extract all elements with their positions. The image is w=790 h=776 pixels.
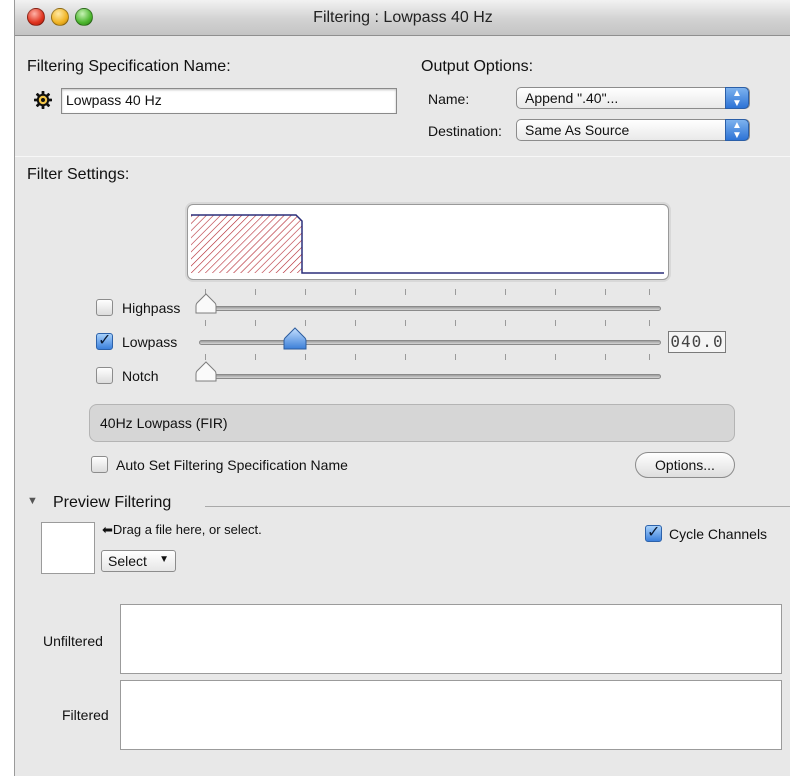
notch-checkbox[interactable] xyxy=(96,367,113,384)
passband-hatch xyxy=(191,215,302,273)
select-label: Select xyxy=(108,553,147,569)
unfiltered-preview xyxy=(120,604,782,674)
file-drop-well[interactable] xyxy=(41,522,95,574)
destination-value: Same As Source xyxy=(525,122,630,138)
lowpass-label: Lowpass xyxy=(122,334,178,350)
window-title: Filtering : Lowpass 40 Hz xyxy=(313,9,493,26)
lowpass-frequency-readout: 040.0 xyxy=(668,331,726,353)
unfiltered-label: Unfiltered xyxy=(43,633,103,649)
disclosure-triangle-icon[interactable]: ▼ xyxy=(27,495,38,507)
highpass-label: Highpass xyxy=(122,300,181,316)
filter-description: 40Hz Lowpass (FIR) xyxy=(100,415,228,431)
popup-arrows-icon: ▲ ▼ xyxy=(725,119,749,141)
drop-hint: ⬅Drag a file here, or select. xyxy=(102,522,262,537)
filtered-preview xyxy=(120,680,782,750)
filter-settings-heading: Filter Settings: xyxy=(27,166,130,183)
filtering-window: Filtering : Lowpass 40 Hz Filtering Spec… xyxy=(14,0,790,776)
select-popup[interactable]: Select ▼ xyxy=(101,550,176,572)
filtered-label: Filtered xyxy=(62,707,109,723)
gear-icon[interactable] xyxy=(33,90,53,110)
filter-description-bar: 40Hz Lowpass (FIR) xyxy=(89,404,735,442)
notch-label: Notch xyxy=(122,368,159,384)
output-name-popup[interactable]: Append ".40"... ▲ ▼ xyxy=(516,87,750,109)
cycle-channels-checkbox[interactable]: ✓ xyxy=(645,524,662,542)
lowpass-checkbox[interactable]: ✓ xyxy=(96,332,113,350)
preview-heading: Preview Filtering xyxy=(53,494,172,511)
popup-arrows-icon: ▲ ▼ xyxy=(725,87,749,109)
destination-popup[interactable]: Same As Source ▲ ▼ xyxy=(516,119,750,141)
spec-name-heading: Filtering Specification Name: xyxy=(27,58,231,75)
lowpass-slider-track[interactable] xyxy=(199,340,661,345)
output-options-heading: Output Options: xyxy=(421,58,534,75)
notch-slider-thumb[interactable] xyxy=(195,361,217,383)
highpass-slider-track[interactable] xyxy=(199,306,661,311)
highpass-checkbox[interactable] xyxy=(96,299,113,316)
preview-group-line xyxy=(205,506,790,507)
filter-response-graph xyxy=(187,204,669,280)
destination-label: Destination: xyxy=(428,123,502,139)
divider xyxy=(15,156,790,157)
arrow-left-icon: ⬅ xyxy=(102,522,113,537)
spec-name-field[interactable]: Lowpass 40 Hz xyxy=(61,88,397,114)
auto-set-checkbox[interactable] xyxy=(91,456,108,473)
lowpass-slider-thumb[interactable] xyxy=(283,327,307,351)
output-name-value: Append ".40"... xyxy=(525,90,619,106)
cycle-channels-label: Cycle Channels xyxy=(669,526,768,542)
checkmark-icon: ✓ xyxy=(647,524,661,541)
chevron-down-icon: ▼ xyxy=(159,554,169,565)
checkmark-icon: ✓ xyxy=(98,332,112,349)
auto-set-label: Auto Set Filtering Specification Name xyxy=(116,457,348,473)
notch-slider-track[interactable] xyxy=(199,374,661,379)
highpass-slider-thumb[interactable] xyxy=(195,293,217,315)
options-button[interactable]: Options... xyxy=(635,452,735,478)
title-bar[interactable]: Filtering : Lowpass 40 Hz xyxy=(15,0,790,36)
output-name-label: Name: xyxy=(428,91,470,107)
